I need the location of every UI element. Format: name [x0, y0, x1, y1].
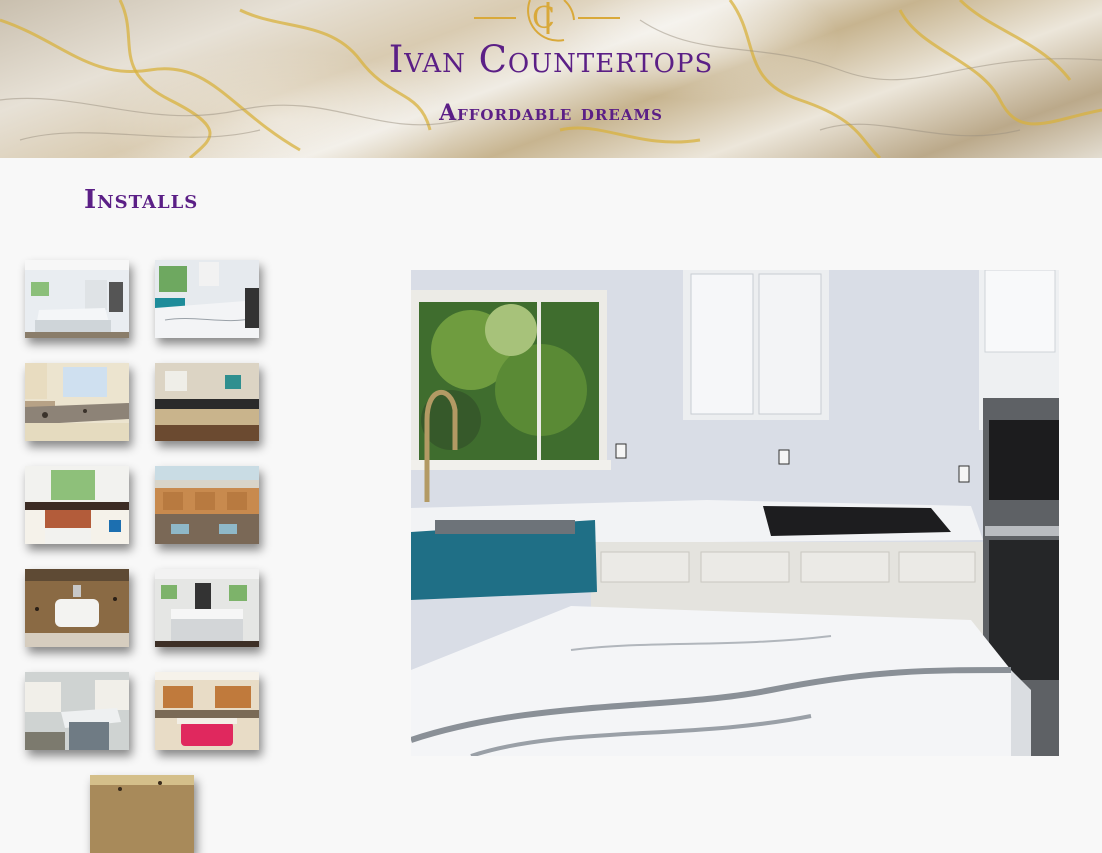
thumbnail-6[interactable]	[155, 466, 259, 544]
thumbnail-9[interactable]	[25, 672, 129, 750]
brand-tagline: Affordable dreams	[439, 100, 663, 126]
thumbnail-2[interactable]	[155, 260, 259, 338]
thumbnail-10[interactable]	[155, 672, 259, 750]
thumbnail-7[interactable]	[25, 569, 129, 647]
thumbnail-5[interactable]	[25, 466, 129, 544]
installs-heading: Installs	[84, 185, 199, 215]
hero-banner: C Ivan Countertops Affordable dreams	[0, 0, 1102, 158]
thumbnail-4[interactable]	[155, 363, 259, 441]
thumbnail-8[interactable]	[155, 569, 259, 647]
thumbnail-3[interactable]	[25, 363, 129, 441]
brand-title[interactable]: Ivan Countertops	[0, 38, 1102, 81]
svg-text:C: C	[532, 1, 555, 36]
thumbnail-11[interactable]	[90, 775, 194, 853]
thumbnail-1[interactable]	[25, 260, 129, 338]
featured-install-photo[interactable]	[411, 270, 1059, 756]
